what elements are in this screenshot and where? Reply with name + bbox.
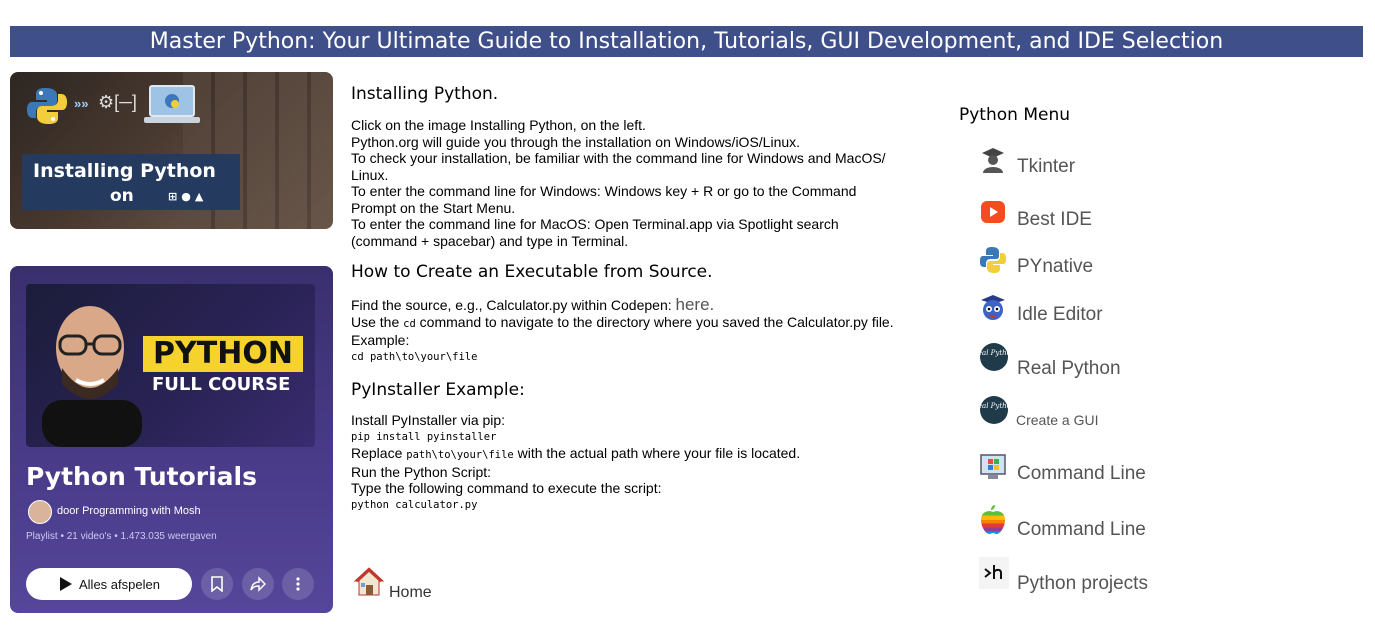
run-script-code: python calculator.py: [351, 498, 478, 511]
install-line: Linux.: [351, 166, 389, 183]
replace-pre: Replace: [351, 445, 407, 461]
installing-python-thumbnail[interactable]: »» ⚙[─] Installing Python on ⊞●▲: [10, 72, 333, 229]
type-command-text: Type the following command to execute th…: [351, 480, 662, 496]
section-installing-heading: Installing Python.: [351, 84, 499, 104]
playlist-meta: Playlist • 21 video's • 1.473.035 weerga…: [26, 531, 217, 542]
menu-item-label: Python projects: [1017, 573, 1148, 594]
example-label: Example:: [351, 332, 410, 348]
gear-icon: ⚙[─]: [98, 92, 137, 112]
windows-icon: [980, 454, 1006, 479]
os-icons: ⊞●▲: [168, 190, 208, 203]
python-menu-title: Python Menu: [959, 105, 1071, 125]
menu-item-label: Idle Editor: [1017, 304, 1103, 325]
python-icon: [980, 247, 1006, 273]
playlist-author[interactable]: door Programming with Mosh: [57, 505, 201, 517]
share-button[interactable]: [242, 568, 274, 600]
install-line: Click on the image Installing Python, on…: [351, 117, 646, 133]
cd-code: cd: [403, 317, 416, 330]
laptop-icon: [144, 85, 200, 123]
home-icon: [353, 567, 385, 596]
installing-python-caption: Installing Python on ⊞●▲: [22, 154, 240, 210]
playlist-cover: PYTHON FULL COURSE: [26, 284, 315, 447]
example-code: cd path\to\your\file: [351, 350, 478, 363]
section-pyinstaller-body: Install PyInstaller via pip: pip install…: [351, 412, 931, 513]
apple-icon: [981, 505, 1005, 534]
find-source-text: Find the source, e.g., Calculator.py wit…: [351, 297, 676, 313]
play-icon: [60, 577, 72, 591]
replace-line: Replace path\to\your\file with the actua…: [351, 445, 931, 464]
python-badge: PYTHON: [143, 336, 303, 372]
menu-item-label: Command Line: [1017, 519, 1146, 540]
section-installing-body: Click on the image Installing Python, on…: [351, 117, 931, 249]
play-all-label: Alles afspelen: [79, 577, 160, 592]
graduate-icon: [982, 148, 1004, 173]
install-line: To check your installation, be familiar …: [351, 150, 886, 166]
caption-line1: Installing Python: [33, 160, 216, 182]
section-pyinstaller-heading: PyInstaller Example:: [351, 380, 525, 400]
playlist-title: Python Tutorials: [26, 462, 257, 491]
realpython-icon-text: Real Python: [979, 402, 1009, 410]
realpython-icon: Real Python: [979, 396, 1009, 424]
use-cd-post: command to navigate to the directory whe…: [415, 313, 894, 330]
realpython-icon: Real Python: [979, 343, 1009, 371]
install-pyinstaller-text: Install PyInstaller via pip:: [351, 412, 506, 428]
menu-item-label: Best IDE: [1017, 209, 1092, 230]
menu-item-label: PYnative: [1017, 256, 1094, 277]
realpython-icon-text: Real Python: [979, 349, 1009, 357]
share-icon: [250, 576, 266, 592]
install-line: Prompt on the Start Menu.: [351, 199, 516, 216]
install-line: To enter the command line for Windows: W…: [351, 183, 857, 199]
bookmark-icon: [211, 576, 223, 592]
more-options-button[interactable]: [282, 568, 314, 600]
banner-title: Master Python: Your Ultimate Guide to In…: [149, 29, 1224, 54]
install-line: (command + spacebar) and type in Termina…: [351, 232, 629, 249]
replace-post: with the actual path where your file is …: [513, 445, 801, 461]
python-logo-icon: [27, 88, 67, 124]
run-script-text: Run the Python Script:: [351, 463, 492, 480]
section-executable-heading: How to Create an Executable from Source.: [351, 262, 713, 282]
full-course-label: FULL COURSE: [152, 374, 291, 395]
youtube-icon: [981, 201, 1005, 223]
menu-item-label: Real Python: [1017, 358, 1121, 379]
presenter-image-icon: [42, 306, 142, 447]
replace-code: path\to\your\file: [406, 449, 514, 461]
more-vertical-icon: [296, 577, 300, 591]
caption-line2: on: [110, 186, 134, 206]
python-tutorials-playlist[interactable]: PYTHON FULL COURSE Python Tutorials door…: [10, 266, 333, 613]
save-button[interactable]: [201, 568, 233, 600]
home-label: Home: [389, 584, 432, 601]
install-pyinstaller-code: pip install pyinstaller: [351, 430, 497, 443]
use-cd-line: Use the cd command to navigate to the di…: [351, 314, 931, 333]
arrows-icon: »»: [74, 96, 89, 111]
page-banner: Master Python: Your Ultimate Guide to In…: [10, 26, 1363, 57]
menu-item-label: Create a GUI: [1016, 412, 1099, 428]
author-avatar: [28, 500, 52, 524]
mascot-icon: [981, 295, 1005, 320]
menu-item-label: Tkinter: [1017, 156, 1076, 177]
codepen-here-link[interactable]: here.: [676, 295, 715, 314]
find-source-line: Find the source, e.g., Calculator.py wit…: [351, 295, 931, 314]
terminal-icon: [979, 557, 1009, 589]
install-line: Python.org will guide you through the in…: [351, 133, 801, 150]
section-executable-body: Find the source, e.g., Calculator.py wit…: [351, 295, 931, 365]
install-line: To enter the command line for MacOS: Ope…: [351, 216, 839, 232]
use-cd-pre: Use the: [351, 313, 404, 330]
menu-item-label: Command Line: [1017, 463, 1146, 484]
play-all-button[interactable]: Alles afspelen: [26, 568, 192, 600]
